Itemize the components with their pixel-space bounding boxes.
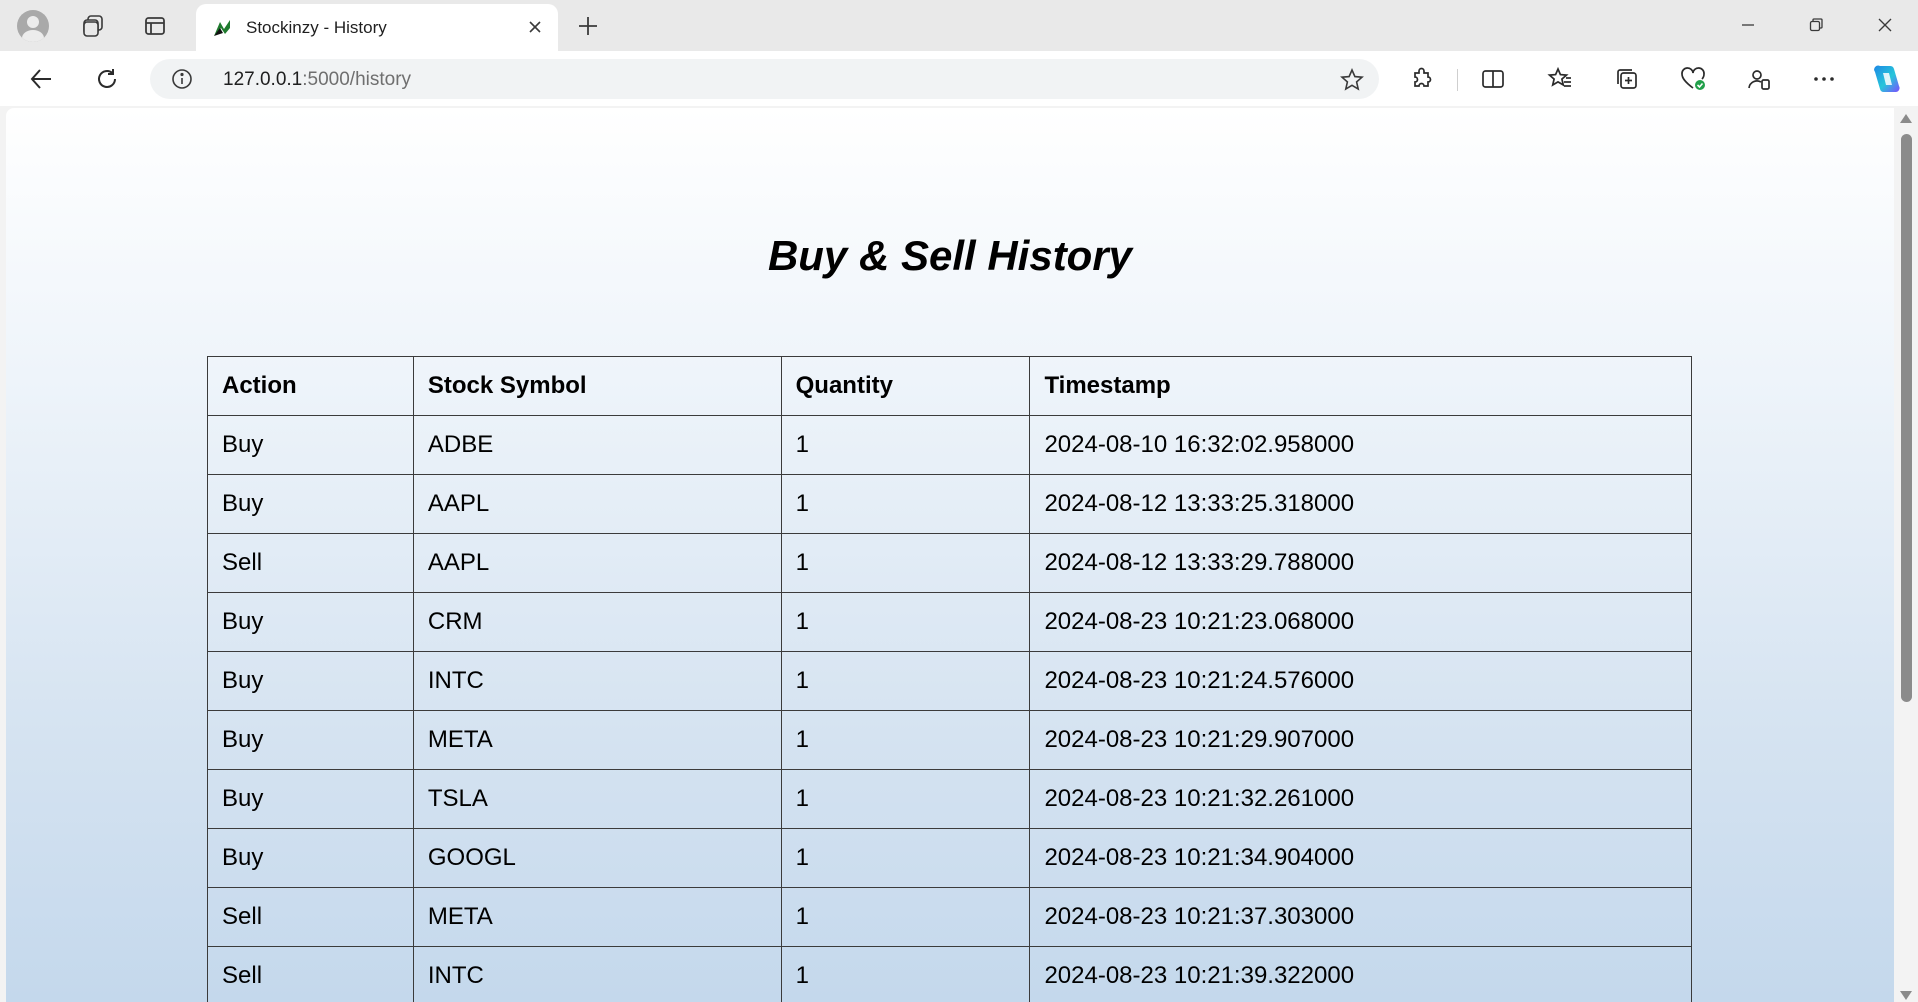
browser-toolbar: 127.0.0.1:5000/history: [0, 51, 1918, 106]
table-row: Sell INTC 1 2024-08-23 10:21:39.322000: [207, 946, 1692, 1002]
cell-timestamp: 2024-08-23 10:21:23.068000: [1029, 592, 1692, 652]
table-header-row: Action Stock Symbol Quantity Timestamp: [207, 356, 1692, 416]
history-table-body: Buy ADBE 1 2024-08-10 16:32:02.958000 Bu…: [207, 415, 1692, 1002]
page-scrollbar[interactable]: [1894, 108, 1918, 1002]
cell-stock-symbol: ADBE: [412, 415, 782, 475]
new-tab-icon[interactable]: [570, 8, 606, 44]
cell-quantity: 1: [780, 946, 1031, 1002]
cell-quantity: 1: [780, 415, 1031, 475]
cell-timestamp: 2024-08-23 10:21:37.303000: [1029, 887, 1692, 947]
cell-timestamp: 2024-08-23 10:21:32.261000: [1029, 769, 1692, 829]
cell-timestamp: 2024-08-23 10:21:34.904000: [1029, 828, 1692, 888]
table-row: Sell AAPL 1 2024-08-12 13:33:29.788000: [207, 533, 1692, 593]
cell-action: Buy: [207, 415, 414, 475]
tab-actions-icon[interactable]: [137, 8, 173, 44]
cell-timestamp: 2024-08-23 10:21:29.907000: [1029, 710, 1692, 770]
url-host: 127.0.0.1: [223, 69, 303, 90]
cell-quantity: 1: [780, 828, 1031, 888]
cell-action: Sell: [207, 887, 414, 947]
cell-quantity: 1: [780, 769, 1031, 829]
address-bar[interactable]: 127.0.0.1:5000/history: [150, 59, 1379, 99]
close-tab-icon[interactable]: [522, 14, 548, 40]
url-path: :5000/history: [302, 69, 412, 90]
page-title: Buy & Sell History: [767, 232, 1133, 279]
restore-icon[interactable]: [1793, 8, 1839, 42]
cell-timestamp: 2024-08-12 13:33:25.318000: [1029, 474, 1692, 534]
cell-action: Buy: [207, 592, 414, 652]
workspaces-icon[interactable]: [75, 8, 111, 44]
table-row: Buy INTC 1 2024-08-23 10:21:24.576000: [207, 651, 1692, 711]
cell-action: Buy: [207, 828, 414, 888]
cell-action: Sell: [207, 946, 414, 1002]
back-arrow-icon[interactable]: [23, 61, 59, 97]
table-row: Buy AAPL 1 2024-08-12 13:33:25.318000: [207, 474, 1692, 534]
cell-timestamp: 2024-08-10 16:32:02.958000: [1029, 415, 1692, 475]
table-row: Sell META 1 2024-08-23 10:21:37.303000: [207, 887, 1692, 947]
copilot-icon[interactable]: [1869, 61, 1905, 97]
cell-action: Buy: [207, 710, 414, 770]
cell-action: Buy: [207, 651, 414, 711]
cell-action: Buy: [207, 769, 414, 829]
scroll-down-arrow-icon[interactable]: [1900, 991, 1912, 1000]
site-info-icon[interactable]: [170, 67, 194, 91]
column-header-action: Action: [207, 356, 414, 416]
cell-stock-symbol: GOOGL: [412, 828, 782, 888]
table-row: Buy CRM 1 2024-08-23 10:21:23.068000: [207, 592, 1692, 652]
tab-title: Stockinzy - History: [246, 18, 387, 37]
cell-stock-symbol: AAPL: [412, 533, 782, 593]
cell-quantity: 1: [780, 887, 1031, 947]
collections-icon[interactable]: [1609, 61, 1645, 97]
cell-stock-symbol: CRM: [412, 592, 782, 652]
cell-quantity: 1: [780, 710, 1031, 770]
column-header-stock-symbol: Stock Symbol: [412, 356, 782, 416]
cell-timestamp: 2024-08-12 13:33:29.788000: [1029, 533, 1692, 593]
browser-essentials-icon[interactable]: [1675, 61, 1711, 97]
url-text[interactable]: 127.0.0.1:5000/history: [223, 69, 411, 91]
tab-stockinzy-history[interactable]: Stockinzy - History: [196, 4, 558, 51]
cell-quantity: 1: [780, 474, 1031, 534]
cell-stock-symbol: AAPL: [412, 474, 782, 534]
cell-quantity: 1: [780, 533, 1031, 593]
table-row: Buy ADBE 1 2024-08-10 16:32:02.958000: [207, 415, 1692, 475]
favorites-icon[interactable]: [1542, 61, 1578, 97]
cell-stock-symbol: INTC: [412, 651, 782, 711]
history-table: Action Stock Symbol Quantity Timestamp B…: [207, 356, 1692, 1002]
stockinzy-favicon-icon: [210, 16, 234, 40]
scroll-up-arrow-icon[interactable]: [1900, 114, 1912, 123]
column-header-quantity: Quantity: [780, 356, 1031, 416]
split-screen-icon[interactable]: [1475, 61, 1511, 97]
scrollbar-thumb[interactable]: [1901, 134, 1912, 702]
performance-icon[interactable]: [1741, 61, 1777, 97]
cell-stock-symbol: TSLA: [412, 769, 782, 829]
cell-quantity: 1: [780, 651, 1031, 711]
cell-action: Buy: [207, 474, 414, 534]
table-row: Buy META 1 2024-08-23 10:21:29.907000: [207, 710, 1692, 770]
table-row: Buy GOOGL 1 2024-08-23 10:21:34.904000: [207, 828, 1692, 888]
table-row: Buy TSLA 1 2024-08-23 10:21:32.261000: [207, 769, 1692, 829]
cell-stock-symbol: META: [412, 710, 782, 770]
cell-timestamp: 2024-08-23 10:21:39.322000: [1029, 946, 1692, 1002]
profile-avatar[interactable]: [17, 10, 49, 42]
cell-timestamp: 2024-08-23 10:21:24.576000: [1029, 651, 1692, 711]
favorite-star-icon[interactable]: [1339, 67, 1365, 93]
tab-strip: Stockinzy - History: [0, 0, 1918, 51]
minimize-icon[interactable]: [1725, 8, 1771, 42]
refresh-icon[interactable]: [89, 61, 125, 97]
page-viewport: Buy & Sell History Action Stock Symbol Q…: [6, 108, 1894, 1002]
close-window-icon[interactable]: [1862, 8, 1908, 42]
column-header-timestamp: Timestamp: [1029, 356, 1692, 416]
more-options-icon[interactable]: [1806, 61, 1842, 97]
cell-action: Sell: [207, 533, 414, 593]
cell-quantity: 1: [780, 592, 1031, 652]
cell-stock-symbol: META: [412, 887, 782, 947]
toolbar-separator: [1457, 69, 1458, 91]
cell-stock-symbol: INTC: [412, 946, 782, 1002]
extensions-icon[interactable]: [1404, 61, 1440, 97]
